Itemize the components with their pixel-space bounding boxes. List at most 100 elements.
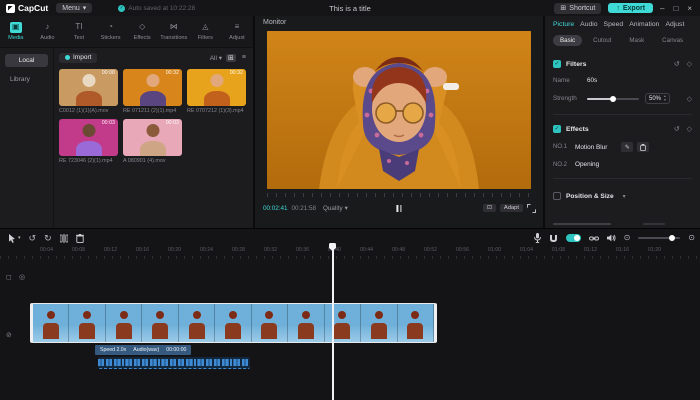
stepper-arrows[interactable]: ▴▾	[664, 95, 666, 102]
zoom-in-icon[interactable]: ⊙	[688, 233, 695, 243]
media-item[interactable]: 00:32 RE 071211 (2)(1).mp4	[123, 69, 182, 114]
maximize-button[interactable]: □	[673, 4, 678, 13]
filter-name-label: Name	[553, 77, 587, 84]
media-panel-tab[interactable]: ♪ Audio	[32, 16, 64, 47]
auto-link-button[interactable]	[589, 235, 599, 242]
mute-icon[interactable]: ⊘	[6, 331, 12, 339]
inspector-tab[interactable]: Audio	[580, 21, 597, 28]
media-tab-label: Media	[8, 35, 23, 41]
inspector-tab[interactable]: Picture	[553, 21, 574, 28]
lock-icon[interactable]: ◻	[6, 273, 12, 281]
ruler-timestamp: 01:12	[584, 247, 616, 253]
minimize-button[interactable]: –	[660, 4, 664, 13]
delete-button[interactable]	[76, 234, 84, 243]
shortcut-button[interactable]: ⊞ Shortcut	[554, 3, 601, 14]
timeline-tracks: ◻ ◎ ⊘ Speed 2.0x Audio(wav) 00:00:00	[0, 259, 700, 400]
reset-icon[interactable]: ↺	[674, 125, 680, 133]
audio-preview-button[interactable]	[607, 234, 616, 242]
ratio-button[interactable]: ⊡	[483, 204, 496, 212]
ruler-timestamp: 00:52	[424, 247, 456, 253]
ruler-timestamp: 01:04	[520, 247, 552, 253]
split-button[interactable]	[60, 234, 68, 243]
horizontal-scrollbar[interactable]	[643, 223, 665, 225]
media-source-item[interactable]: Library	[5, 73, 48, 86]
ruler-timestamp: 00:32	[264, 247, 296, 253]
preview-image	[267, 31, 531, 189]
position-size-section[interactable]: Position & Size ▾	[545, 192, 700, 200]
media-item[interactable]: 00:03 A 080901 (4).mov	[123, 119, 182, 164]
zoom-fit-icon[interactable]: ⊙	[624, 233, 631, 243]
media-panel-tab[interactable]: ≡ Adjust	[221, 16, 253, 47]
export-button[interactable]: ↑ Export	[608, 3, 653, 13]
list-view-icon[interactable]: ≡	[240, 54, 248, 61]
media-panel-tab[interactable]: TI Text	[63, 16, 95, 47]
delete-effect-button[interactable]	[637, 142, 649, 152]
keyframe-icon[interactable]: ◇	[687, 60, 692, 68]
grid-view-icon[interactable]: ⊞	[226, 54, 236, 62]
horizontal-scrollbar[interactable]	[553, 223, 611, 225]
ruler-timestamp: 00:56	[456, 247, 488, 253]
media-item[interactable]: 00:08 C0012 (1)(1)(A).mov	[59, 69, 118, 114]
link-preview-toggle[interactable]	[566, 234, 581, 242]
quality-dropdown[interactable]: Quality▾	[323, 205, 348, 212]
position-size-checkbox[interactable]	[553, 192, 561, 200]
media-panel-tab[interactable]: ◬ Filters	[190, 16, 222, 47]
strength-value-box[interactable]: 50% ▴▾	[645, 93, 670, 104]
media-item[interactable]: 00:03 RE 723046 (2)(1).mp4	[59, 119, 118, 164]
autosave-text: Auto saved at 10:22:28	[128, 5, 195, 12]
record-voiceover-button[interactable]	[534, 233, 541, 243]
fullscreen-icon[interactable]	[527, 204, 535, 212]
filter-name-value: 60s	[587, 77, 597, 84]
media-panel-tab[interactable]: ◔ Stickers	[95, 16, 127, 47]
media-panel-tab[interactable]: ▣ Media	[0, 16, 32, 47]
inspector-tab[interactable]: Adjust	[665, 21, 684, 28]
timeline-ruler[interactable]: 00:0400:0800:1200:1600:2000:2400:2800:32…	[0, 247, 700, 259]
redo-button[interactable]: ↻	[44, 233, 52, 243]
reset-icon[interactable]: ↺	[674, 60, 680, 68]
timeline-zoom-slider[interactable]	[638, 237, 680, 239]
import-button[interactable]: Import	[59, 53, 97, 63]
ruler-timestamp: 01:20	[648, 247, 680, 253]
ruler-timestamp: 00:28	[232, 247, 264, 253]
pause-button[interactable]	[396, 205, 401, 212]
magnet-snap-button[interactable]	[549, 234, 558, 243]
adapt-button[interactable]: Adapt	[500, 204, 523, 212]
select-tool-button[interactable]: ▾	[8, 233, 21, 243]
import-icon	[65, 55, 70, 60]
filters-checkbox[interactable]: ✓	[553, 60, 561, 68]
eye-icon[interactable]: ◎	[19, 273, 25, 281]
ruler-timestamp: 00:36	[296, 247, 328, 253]
undo-button[interactable]: ↺	[29, 233, 37, 243]
inspector-tab[interactable]: Speed	[604, 21, 624, 28]
filter-all-dropdown[interactable]: All ▾	[210, 54, 222, 62]
inspector-subtab[interactable]: Cutout	[586, 35, 618, 46]
inspector-subtab[interactable]: Canvas	[655, 35, 690, 46]
audio-clip[interactable]	[98, 357, 250, 369]
media-item[interactable]: 00:32 RE 0707212 (1)(3).mp4	[187, 69, 246, 114]
edit-effect-button[interactable]: ✎	[621, 142, 633, 152]
close-button[interactable]: ×	[687, 4, 692, 13]
keyframe-icon[interactable]: ◇	[687, 95, 692, 103]
media-duration-badge: 00:03	[102, 120, 115, 126]
video-clip[interactable]	[30, 303, 437, 343]
filters-title: Filters	[566, 61, 586, 68]
media-duration-badge: 00:32	[166, 70, 179, 76]
media-panel-tab[interactable]: ◇ Effects	[126, 16, 158, 47]
media-filename: A 080901 (4).mov	[123, 158, 182, 164]
effects-checkbox[interactable]: ✓	[553, 125, 561, 133]
inspector-subtab[interactable]: Mask	[622, 35, 651, 46]
media-tab-strip: ▣ Media ♪ Audio TI Text ◔ Stickers	[0, 16, 253, 48]
media-tab-icon: ◬	[199, 22, 211, 33]
keyframe-icon[interactable]: ◇	[687, 125, 692, 133]
playhead-line[interactable]	[332, 247, 334, 400]
strength-slider[interactable]	[587, 98, 639, 100]
inspector-tab[interactable]: Animation	[629, 21, 659, 28]
menu-button[interactable]: Menu ▾	[56, 3, 92, 13]
inspector-subtab[interactable]: Basic	[553, 35, 582, 46]
media-panel-tab[interactable]: ⋈ Transitions	[158, 16, 190, 47]
media-thumbnail: 00:08	[59, 69, 118, 106]
media-filename: C0012 (1)(1)(A).mov	[59, 108, 118, 114]
effect-name: Motion Blur	[575, 144, 607, 151]
media-source-item[interactable]: Local	[5, 54, 48, 67]
speaker-icon	[607, 234, 616, 242]
